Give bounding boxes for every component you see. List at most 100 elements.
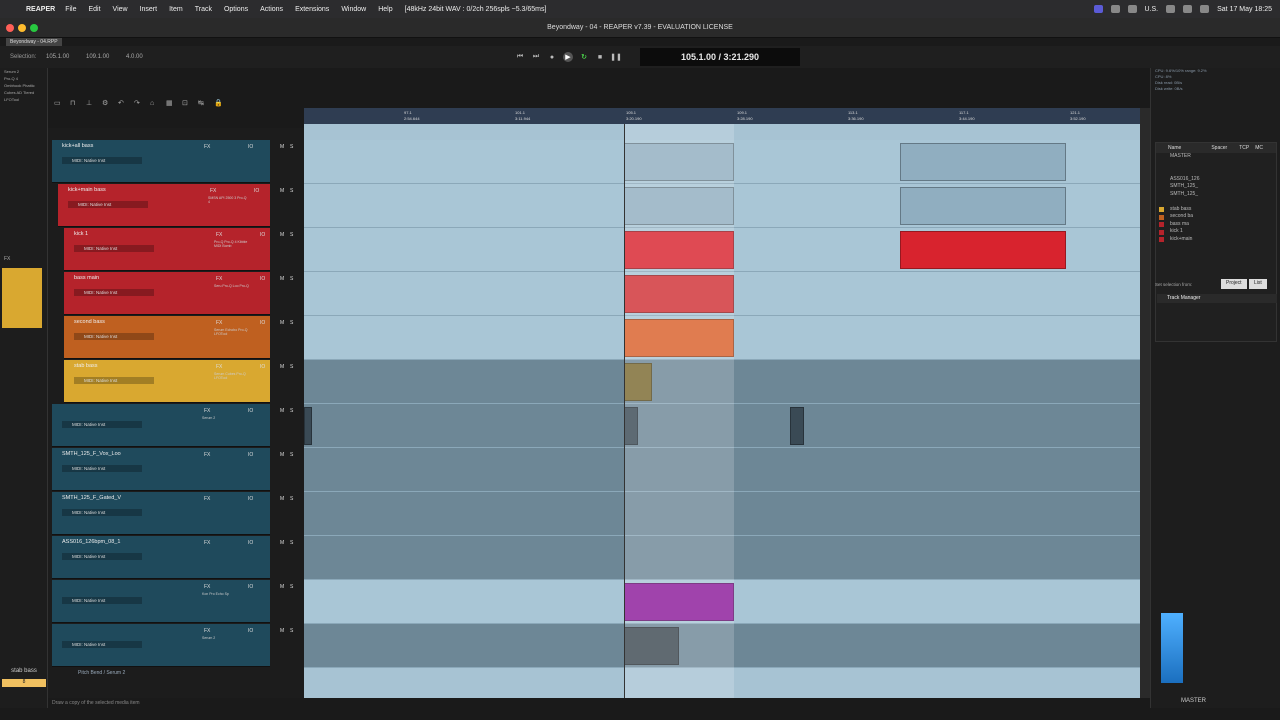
midi-input-select[interactable]: MIDI: Native Inst xyxy=(74,289,154,296)
fx-chain-item[interactable]: Serum 2 xyxy=(4,68,44,75)
mute-button[interactable]: M xyxy=(280,496,284,502)
io-button[interactable]: IO xyxy=(260,364,265,370)
io-button[interactable]: IO xyxy=(248,540,253,546)
save-icon[interactable]: ⊥ xyxy=(86,100,94,108)
media-item[interactable] xyxy=(900,187,1066,225)
envelope-lane-label[interactable]: Pitch Bend / Serum 2 xyxy=(78,670,125,676)
new-project-icon[interactable]: ▭ xyxy=(54,100,62,108)
menu-view[interactable]: View xyxy=(113,6,128,13)
menu-insert[interactable]: Insert xyxy=(140,6,158,13)
solo-button[interactable]: S xyxy=(290,364,293,370)
io-button[interactable]: IO xyxy=(248,408,253,414)
menu-item[interactable]: Item xyxy=(169,6,183,13)
midi-input-select[interactable]: MIDI: Native Inst xyxy=(62,421,142,428)
track-name[interactable]: kick+all bass xyxy=(62,143,93,151)
fx-button[interactable]: FX xyxy=(216,320,222,326)
io-button[interactable]: IO xyxy=(260,320,265,326)
track-header[interactable]: second bass MIDI: Native Inst FX IO Serum Ec… xyxy=(64,316,270,359)
fx-button[interactable]: FX xyxy=(204,628,210,634)
snap-icon[interactable]: ⊡ xyxy=(182,100,190,108)
track-manager-row[interactable]: ASS016_126 xyxy=(1156,176,1276,184)
track-manager-row[interactable]: second ba xyxy=(1156,213,1276,221)
battery-icon[interactable] xyxy=(1166,5,1176,13)
fx-button[interactable]: FX xyxy=(216,232,222,238)
timeline-ruler[interactable]: 97.1 2:54.644 101.1 3:11.944 105.1 3:20.190 10… xyxy=(304,108,1140,124)
io-button[interactable]: IO xyxy=(260,276,265,282)
pause-icon[interactable]: ❚❚ xyxy=(610,52,622,62)
arrange-view[interactable]: 97.1 2:54.644 101.1 3:11.944 105.1 3:20.190 10… xyxy=(304,108,1140,698)
col-name[interactable]: Name xyxy=(1156,145,1181,151)
open-icon[interactable]: ⊓ xyxy=(70,100,78,108)
track-header[interactable]: kick+all bass MIDI: Native Inst FX IO xyxy=(52,140,270,183)
track-header[interactable]: MIDI: Native Inst FX IO Serum 2 xyxy=(52,624,270,667)
track-name[interactable]: stab bass xyxy=(74,363,98,371)
menu-help[interactable]: Help xyxy=(378,6,392,13)
metronome-icon[interactable]: ⌂ xyxy=(150,100,158,108)
midi-input-select[interactable]: MIDI: Native Inst xyxy=(62,641,142,648)
stop-icon[interactable]: ■ xyxy=(595,52,605,62)
io-button[interactable]: IO xyxy=(248,144,253,150)
play-icon[interactable]: ▶ xyxy=(563,52,573,62)
search-icon[interactable] xyxy=(1183,5,1193,13)
mute-button[interactable]: M xyxy=(280,540,284,546)
selection-end[interactable]: 109.1.00 xyxy=(86,54,109,60)
track-name[interactable]: SMTH_125_F_Vox_Loo xyxy=(62,451,121,459)
settings-icon[interactable]: ⚙ xyxy=(102,100,110,108)
midi-input-select[interactable]: MIDI: Native Inst xyxy=(74,245,154,252)
track-manager-row[interactable] xyxy=(1156,168,1276,176)
track-manager-row[interactable]: kick+main xyxy=(1156,236,1276,244)
grid-icon[interactable]: ▦ xyxy=(166,100,174,108)
project-tab[interactable]: Beyondway - 04.RPP xyxy=(6,38,62,46)
track-manager-row[interactable]: kick 1 xyxy=(1156,228,1276,236)
midi-input-select[interactable]: MIDI: Native Inst xyxy=(62,553,142,560)
io-button[interactable]: IO xyxy=(260,232,265,238)
midi-input-select[interactable]: MIDI: Native Inst xyxy=(68,201,148,208)
track-manager-row[interactable]: SMTH_125_ xyxy=(1156,191,1276,199)
midi-input-select[interactable]: MIDI: Native Inst xyxy=(62,157,142,164)
clock[interactable]: Sat 17 May 18:25 xyxy=(1217,6,1272,13)
mute-button[interactable]: M xyxy=(280,276,284,282)
track-name[interactable]: SMTH_125_F_Gated_V xyxy=(62,495,121,503)
solo-button[interactable]: S xyxy=(290,540,293,546)
fx-button[interactable]: FX xyxy=(216,364,222,370)
mute-button[interactable]: M xyxy=(280,452,284,458)
fx-button[interactable]: FX xyxy=(204,496,210,502)
mute-button[interactable]: M xyxy=(280,188,284,194)
solo-button[interactable]: S xyxy=(290,320,293,326)
track-header[interactable]: SMTH_125_F_Gated_V MIDI: Native Inst FX IO xyxy=(52,492,270,535)
track-name[interactable]: ASS016_126bpm_08_1 xyxy=(62,539,120,547)
midi-input-select[interactable]: MIDI: Native Inst xyxy=(62,509,142,516)
menu-file[interactable]: File xyxy=(65,6,76,13)
mute-button[interactable]: M xyxy=(280,408,284,414)
track-header[interactable]: kick+main bass MIDI: Native Inst FX IO SMSN … xyxy=(58,184,270,227)
media-item[interactable] xyxy=(900,231,1066,269)
media-item[interactable] xyxy=(790,407,804,445)
mute-button[interactable]: M xyxy=(280,320,284,326)
locale-label[interactable]: U.S. xyxy=(1145,6,1159,13)
track-header[interactable]: MIDI: Native Inst FX IO Serum 2 xyxy=(52,404,270,447)
fx-chain-item[interactable]: LFOTool xyxy=(4,96,44,103)
track-manager-row[interactable] xyxy=(1156,198,1276,206)
midi-input-select[interactable]: MIDI: Native Inst xyxy=(62,465,142,472)
solo-button[interactable]: S xyxy=(290,452,293,458)
fx-button[interactable]: FX xyxy=(4,256,10,262)
solo-button[interactable]: S xyxy=(290,496,293,502)
fx-button[interactable]: FX xyxy=(204,408,210,414)
app-menu[interactable]: REAPER xyxy=(26,6,55,13)
menu-extensions[interactable]: Extensions xyxy=(295,6,329,13)
project-button[interactable]: Project xyxy=(1221,279,1247,289)
midi-input-select[interactable]: MIDI: Native Inst xyxy=(62,597,142,604)
media-item[interactable] xyxy=(900,143,1066,181)
fx-button[interactable]: FX xyxy=(204,144,210,150)
menu-window[interactable]: Window xyxy=(341,6,366,13)
track-manager-row[interactable]: MASTER xyxy=(1156,153,1276,161)
undo-icon[interactable]: ↶ xyxy=(118,100,126,108)
track-manager-title[interactable]: Track Manager xyxy=(1157,294,1277,303)
track-manager-row[interactable]: SMTH_125_ xyxy=(1156,183,1276,191)
mute-button[interactable]: M xyxy=(280,628,284,634)
fx-button[interactable]: FX xyxy=(216,276,222,282)
close-window-button[interactable] xyxy=(6,24,14,32)
midi-input-select[interactable]: MIDI: Native Inst xyxy=(74,333,154,340)
solo-button[interactable]: S xyxy=(290,408,293,414)
midi-input-select[interactable]: MIDI: Native Inst xyxy=(74,377,154,384)
